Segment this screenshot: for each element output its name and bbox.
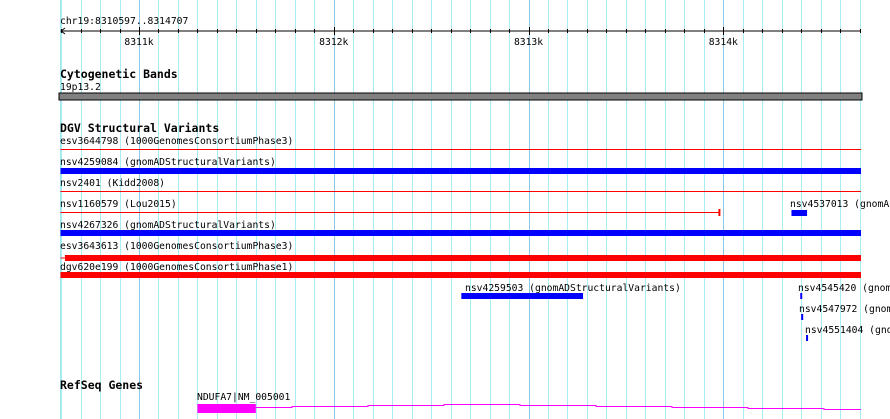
- dgv-feature[interactable]: nsv2401 (Kidd2008): [60, 178, 861, 192]
- feature-label: nsv4267326 (gnomADStructuralVariants): [60, 220, 276, 231]
- dgv-track: DGV Structural Variants esv3644798 (1000…: [60, 121, 890, 341]
- dgv-feature[interactable]: dgv620e199 (1000GenomesConsortiumPhase1): [60, 262, 861, 278]
- ruler-tick-label: 8312k: [319, 37, 348, 48]
- feature-bar[interactable]: [801, 314, 804, 320]
- dgv-feature[interactable]: nsv4259503 (gnomADStructuralVariants): [461, 283, 681, 299]
- cytoband-bar[interactable]: [58, 92, 863, 101]
- feature-bar[interactable]: [800, 293, 803, 299]
- refseq-track-title: RefSeq Genes: [60, 378, 143, 392]
- gene-label: NDUFA7|NM_005001: [197, 392, 290, 403]
- refseq-track: RefSeq Genes NDUFA7|NM_005001: [60, 378, 861, 413]
- genome-browser-view: chr19:8310597..8314707 8311k 8312k 8313k 83…: [58, 0, 890, 419]
- ruler-tick-label: 8311k: [124, 37, 153, 48]
- feature-label: nsv4537013 (gnomA: [790, 199, 889, 210]
- dgv-feature[interactable]: nsv4267326 (gnomADStructuralVariants): [60, 220, 861, 236]
- cytoband-track: Cytogenetic Bands 19p13.2: [58, 67, 863, 101]
- feature-bar[interactable]: [806, 335, 809, 341]
- cytoband-track-title: Cytogenetic Bands: [60, 67, 178, 81]
- dgv-feature[interactable]: nsv4547972 (gnom: [799, 304, 890, 320]
- cytoband-label: 19p13.2: [60, 82, 101, 93]
- feature-label: dgv620e199 (1000GenomesConsortiumPhase1): [60, 262, 293, 273]
- feature-bar[interactable]: [60, 272, 862, 278]
- ruler-tick-label: 8313k: [514, 37, 543, 48]
- dgv-feature[interactable]: nsv4259084 (gnomADStructuralVariants): [60, 157, 861, 174]
- feature-bar[interactable]: [791, 210, 808, 216]
- gene-intron-line[interactable]: [255, 404, 861, 410]
- ruler-tick-label: 8314k: [709, 37, 738, 48]
- feature-label: nsv4547972 (gnom: [799, 304, 890, 315]
- dgv-track-title: DGV Structural Variants: [60, 121, 219, 135]
- gene-exon[interactable]: [197, 404, 256, 413]
- feature-label: nsv4551404 (gno: [805, 325, 890, 336]
- grid-lines: [60, 0, 861, 419]
- ruler: chr19:8310597..8314707 8311k 8312k 8313k 83…: [60, 16, 861, 48]
- dgv-feature[interactable]: nsv4537013 (gnomA: [790, 199, 889, 216]
- dgv-feature[interactable]: esv3643613 (1000GenomesConsortiumPhase3): [60, 241, 862, 261]
- feature-label: nsv2401 (Kidd2008): [60, 178, 165, 189]
- region-label: chr19:8310597..8314707: [60, 16, 188, 27]
- feature-label: esv3644798 (1000GenomesConsortiumPhase3): [60, 136, 293, 147]
- feature-label: esv3643613 (1000GenomesConsortiumPhase3): [60, 241, 293, 252]
- feature-bar[interactable]: [64, 255, 862, 261]
- dgv-feature[interactable]: nsv4551404 (gno: [805, 325, 890, 341]
- feature-bar[interactable]: [60, 168, 862, 174]
- feature-label: nsv1160579 (Lou2015): [60, 199, 177, 210]
- feature-label: nsv4259503 (gnomADStructuralVariants): [465, 283, 681, 294]
- feature-bar[interactable]: [461, 293, 584, 299]
- dgv-feature[interactable]: nsv4545420 (gnom: [798, 283, 890, 299]
- feature-label: nsv4545420 (gnom: [798, 283, 890, 294]
- feature-bar[interactable]: [60, 230, 862, 236]
- dgv-feature[interactable]: esv3644798 (1000GenomesConsortiumPhase3): [60, 136, 861, 150]
- feature-label: nsv4259084 (gnomADStructuralVariants): [60, 157, 276, 168]
